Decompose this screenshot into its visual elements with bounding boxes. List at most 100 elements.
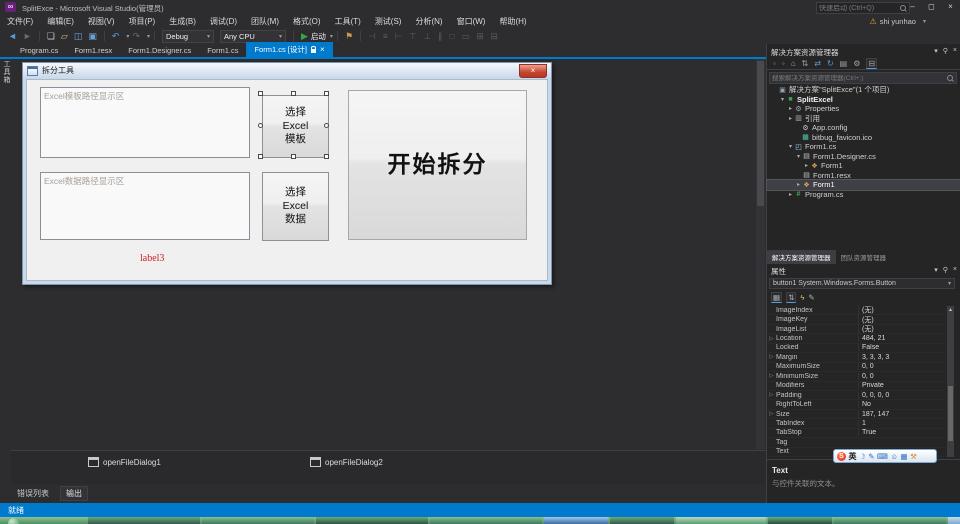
selection-handle[interactable] [324,154,329,159]
taskbar-button[interactable] [610,517,674,524]
ime-punctuation-icon[interactable]: ✎ [868,452,874,461]
property-row-tag[interactable]: Tag [767,438,945,448]
property-row-locked[interactable]: Locked False [767,344,945,354]
taskbar-button[interactable] [202,517,314,524]
expand-arrow-icon[interactable]: ▸ [787,115,794,122]
selection-handle[interactable] [258,91,263,96]
taskbar-button[interactable] [948,517,960,524]
tree-item-appconfig[interactable]: App.config [767,123,960,133]
close-icon[interactable]: × [953,47,957,55]
chevron-down-icon[interactable]: ▾ [934,47,938,55]
home-icon[interactable]: ⌂ [791,59,796,68]
properties-object-dropdown[interactable]: button1 System.Windows.Forms.Button ▾ [769,278,955,289]
taskbar-button[interactable] [834,517,946,524]
toolbox-collapsed-tab[interactable]: 工具箱 [0,46,11,98]
editor-scrollbar[interactable] [756,59,765,449]
chevron-down-icon[interactable]: ▾ [934,266,938,274]
save-all-icon[interactable]: ▣ [88,31,97,42]
align-bottoms-icon[interactable]: ⊥ [424,31,431,42]
tab-form1-designer-cs[interactable]: Form1.Designer.cs [120,44,199,57]
tree-item-properties[interactable]: ▸ Properties [767,104,960,114]
property-row-location[interactable]: ▷ Location 484, 21 [767,334,945,344]
property-row-imagelist[interactable]: ImageList (无) [767,324,945,335]
minimize-button[interactable]: – [905,1,920,12]
tab-output[interactable]: 输出 [60,485,88,501]
start-debugging-icon[interactable]: ▶ [301,31,308,42]
menu-window[interactable]: 窗口(W) [450,16,493,27]
select-excel-template-button[interactable]: 选择 Excel 模板 [262,95,329,158]
selection-handle[interactable] [258,154,263,159]
property-row-minimumsize[interactable]: ▷ MinimumSize 0, 0 [767,372,945,382]
tab-program-cs[interactable]: Program.cs [12,44,66,57]
back-icon[interactable]: ◦ [773,59,776,68]
ime-keyboard-icon[interactable]: ⌨ [877,452,888,461]
redo-icon[interactable]: ↷ [132,31,140,42]
ime-fullhalf-icon[interactable]: ☽ [859,452,866,461]
taskbar-button[interactable] [768,517,832,524]
menu-test[interactable]: 测试(S) [368,16,409,27]
scroll-up-icon[interactable]: ▲ [947,307,954,313]
data-path-textbox[interactable]: Excel数据路径显示区 [40,172,250,240]
menu-team[interactable]: 团队(M) [244,16,286,27]
make-same-width-icon[interactable]: □ [449,31,454,41]
selection-handle[interactable] [324,91,329,96]
taskbar-button[interactable] [88,517,200,524]
property-row-righttoleft[interactable]: RightToLeft No [767,400,945,410]
expand-arrow-icon[interactable]: ▾ [795,153,802,160]
sync-with-active-document-icon[interactable]: ⇄ [814,59,821,68]
tree-item-form1-resx[interactable]: Form1.resx [767,171,960,181]
selection-handle[interactable] [291,154,296,159]
tree-item-form1-class[interactable]: ▸ Form1 [767,161,960,171]
forward-icon[interactable]: ◦ [782,59,785,68]
events-icon[interactable]: ϟ [800,293,804,302]
menu-view[interactable]: 视图(V) [81,16,122,27]
undo-icon[interactable]: ↶ [112,31,120,42]
start-orb[interactable] [8,518,19,524]
tab-form1-resx[interactable]: Form1.resx [66,44,120,57]
property-row-padding[interactable]: ▷ Padding 0, 0, 0, 0 [767,391,945,401]
component-openfiledialog2[interactable]: openFileDialog2 [310,457,383,467]
close-button[interactable]: × [943,1,958,12]
ime-toolbox-icon[interactable]: ⚒ [910,452,917,461]
selection-handle[interactable] [324,123,329,128]
horizontal-spacing-icon[interactable]: ⊞ [477,31,484,42]
restore-button[interactable]: ◻ [924,1,939,12]
preview-selected-items-icon[interactable]: ⊟ [866,57,878,69]
expand-arrow-icon[interactable]: ▾ [787,143,794,150]
show-all-files-icon[interactable]: ▤ [840,59,848,68]
pin-icon[interactable]: ⚲ [943,266,948,274]
new-file-icon[interactable]: ❏ [47,31,55,42]
taskbar-button[interactable] [676,517,766,524]
template-path-textbox[interactable]: Excel模板路径显示区 [40,87,250,158]
quick-launch-input[interactable] [817,4,900,12]
tree-item-form1-designer-cs[interactable]: ▾ Form1.Designer.cs [767,152,960,162]
tree-item-references[interactable]: ▸ 引用 [767,114,960,124]
property-row-modifiers[interactable]: Modifiers Private [767,382,945,391]
expand-arrow-icon[interactable]: ▸ [795,181,802,188]
menu-help[interactable]: 帮助(H) [492,16,533,27]
component-openfiledialog1[interactable]: openFileDialog1 [88,457,161,467]
form-title-bar[interactable]: 拆分工具 × [23,63,551,78]
solution-explorer-search-input[interactable] [770,74,947,82]
alphabetical-icon[interactable]: ⇅ [786,292,797,303]
undo-dropdown-icon[interactable]: ▾ [126,33,129,40]
user-account-menu[interactable]: ⚠ shi yunhao ▾ [870,14,926,28]
quick-launch-box[interactable] [816,2,910,14]
tab-form1-cs-design[interactable]: Form1.cs [设计] × [246,42,333,57]
menu-debug[interactable]: 调试(D) [203,16,244,27]
menu-build[interactable]: 生成(B) [162,16,203,27]
ime-skin-icon[interactable]: ▦ [901,452,908,461]
form-close-button[interactable]: × [519,63,547,78]
tree-item-solution[interactable]: 解决方案"SplitExce"(1 个项目) [767,85,960,95]
make-same-size-icon[interactable]: ▭ [462,31,470,42]
expand-arrow-icon[interactable]: ▸ [787,105,794,112]
start-debugging-label[interactable]: 启动 [311,31,326,42]
selection-handle[interactable] [258,123,263,128]
properties-scrollbar[interactable]: ▲ [947,306,954,457]
align-centers-icon[interactable]: ≡ [383,31,388,41]
menu-edit[interactable]: 编辑(E) [40,16,81,27]
tab-team-explorer[interactable]: 团队资源管理器 [836,250,892,264]
sogou-logo-icon[interactable]: S [837,451,846,461]
ime-language-mode[interactable]: 英 [849,451,857,462]
align-middles-icon[interactable]: ∥ [438,31,442,42]
